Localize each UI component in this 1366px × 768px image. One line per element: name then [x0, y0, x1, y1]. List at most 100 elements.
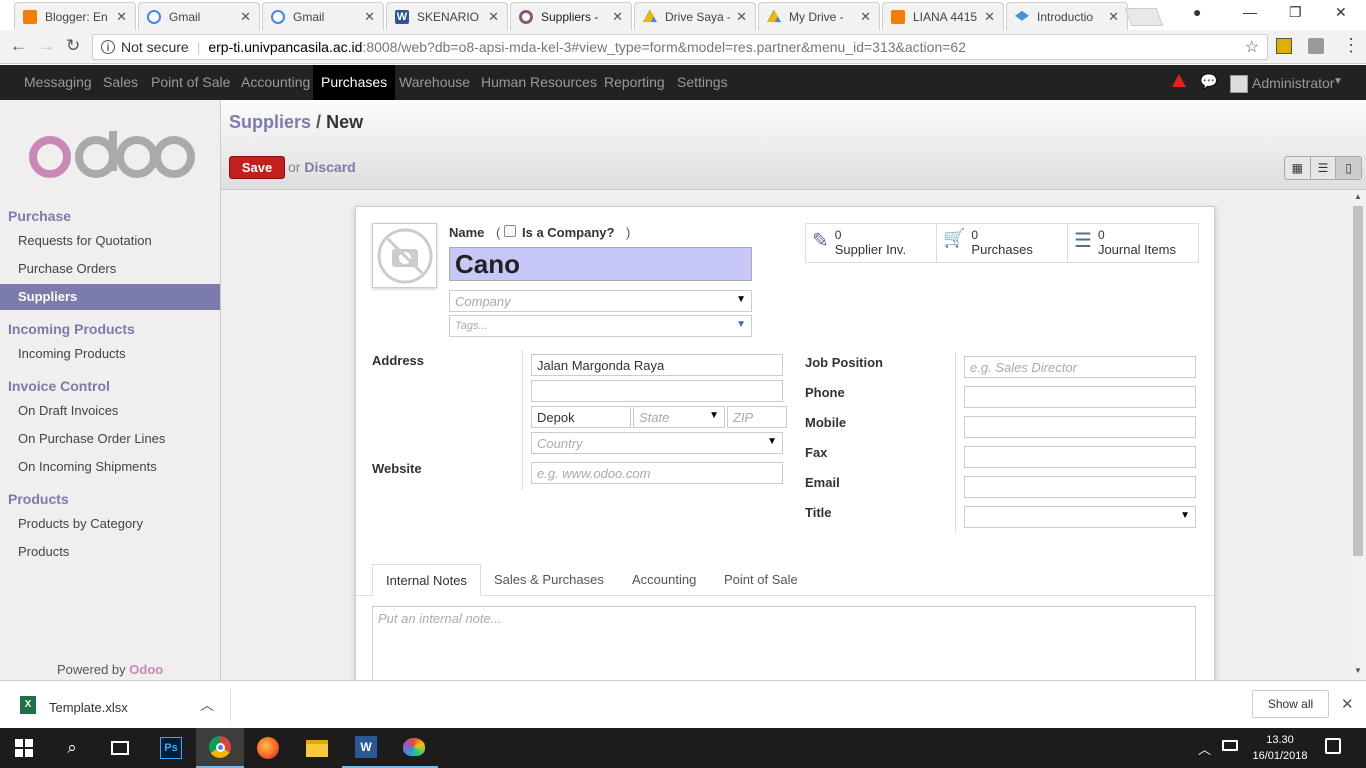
show-all-button[interactable]: Show all	[1252, 690, 1329, 718]
word-icon[interactable]: W	[342, 728, 390, 768]
form-view-icon[interactable]: ▯	[1336, 157, 1362, 179]
city-input[interactable]: Depok	[531, 406, 631, 428]
browser-tab[interactable]: Gmail ✕	[138, 2, 260, 30]
forward-icon[interactable]: →	[38, 36, 55, 56]
task-view-icon[interactable]	[96, 728, 144, 768]
chevron-up-icon[interactable]: ︿	[1198, 739, 1211, 758]
window-close-icon[interactable]: ✕	[1335, 4, 1347, 21]
bookmark-star-icon[interactable]: ☆	[1245, 37, 1259, 57]
file-explorer-icon[interactable]	[293, 728, 341, 768]
zip-input[interactable]: ZIP	[727, 406, 787, 428]
fax-input[interactable]	[964, 446, 1196, 468]
tab-accounting[interactable]: Accounting	[619, 564, 709, 596]
close-icon[interactable]: ✕	[364, 9, 375, 25]
new-tab-button[interactable]	[1124, 8, 1164, 26]
close-download-bar-icon[interactable]: ✕	[1341, 695, 1354, 713]
chevron-up-icon[interactable]: ︿	[200, 695, 214, 715]
close-icon[interactable]: ✕	[736, 9, 747, 25]
firefox-icon[interactable]	[244, 728, 292, 768]
menu-messaging[interactable]: Messaging	[16, 65, 100, 100]
close-icon[interactable]: ✕	[860, 9, 871, 25]
browser-tab[interactable]: Blogger: En ✕	[14, 2, 136, 30]
back-icon[interactable]: ←	[10, 36, 27, 56]
scroll-down-icon[interactable]: ▼	[1354, 666, 1362, 675]
extension-icon[interactable]	[1308, 38, 1324, 54]
scrollbar[interactable]: ▲ ▼	[1350, 190, 1366, 680]
company-select[interactable]: Company ▼	[449, 290, 752, 312]
browser-tab[interactable]: Gmail ✕	[262, 2, 384, 30]
discard-button[interactable]: Discard	[304, 159, 355, 175]
browser-tab[interactable]: My Drive - ✕	[758, 2, 880, 30]
sidebar-item-suppliers[interactable]: Suppliers	[0, 284, 220, 310]
scroll-up-icon[interactable]: ▲	[1354, 192, 1362, 201]
close-icon[interactable]: ✕	[116, 9, 127, 25]
close-icon[interactable]: ✕	[488, 9, 499, 25]
browser-tab-active[interactable]: Suppliers - ✕	[510, 2, 632, 30]
menu-human-resources[interactable]: Human Resources	[473, 65, 605, 100]
restore-icon[interactable]: ❐	[1289, 4, 1302, 21]
close-icon[interactable]: ✕	[240, 9, 251, 25]
tab-point-of-sale[interactable]: Point of Sale	[711, 564, 811, 596]
partner-image[interactable]	[372, 223, 437, 288]
browser-tab[interactable]: Introductio ✕	[1006, 2, 1128, 30]
reload-icon[interactable]: ↻	[66, 36, 80, 56]
purchases-button[interactable]: 🛒 0 Purchases	[936, 223, 1068, 263]
job-position-input[interactable]: e.g. Sales Director	[964, 356, 1196, 378]
country-select[interactable]: Country ▼	[531, 432, 783, 454]
sidebar-item-purchase-orders[interactable]: Purchase Orders	[0, 256, 220, 282]
menu-reporting[interactable]: Reporting	[596, 65, 673, 100]
browser-tab[interactable]: LIANA 4415 ✕	[882, 2, 1004, 30]
odoo-link[interactable]: Odoo	[129, 662, 163, 677]
close-icon[interactable]: ✕	[1108, 9, 1119, 25]
breadcrumb-suppliers[interactable]: Suppliers	[229, 112, 311, 132]
is-company-checkbox[interactable]	[504, 225, 516, 237]
profile-icon[interactable]: ●	[1193, 4, 1201, 20]
user-menu[interactable]: Administrator	[1252, 75, 1334, 91]
website-input[interactable]: e.g. www.odoo.com	[531, 462, 783, 484]
avatar[interactable]	[1230, 75, 1248, 93]
windows-start-icon[interactable]	[0, 728, 48, 768]
sidebar-item-products[interactable]: Products	[0, 539, 220, 565]
sidebar-item-incoming-products[interactable]: Incoming Products	[0, 341, 220, 367]
kanban-view-icon[interactable]: ▦	[1285, 157, 1311, 179]
menu-icon[interactable]: ⋮	[1342, 35, 1360, 56]
name-input[interactable]: Cano	[449, 247, 752, 281]
scrollbar-thumb[interactable]	[1353, 206, 1363, 556]
search-icon[interactable]: ⌕	[48, 728, 96, 768]
tab-internal-notes[interactable]: Internal Notes	[372, 564, 481, 596]
url-input[interactable]: i Not secure | erp-ti.univpancasila.ac.i…	[92, 34, 1268, 60]
sidebar-item-on-purchase-order-lines[interactable]: On Purchase Order Lines	[0, 426, 220, 452]
chrome-icon[interactable]	[196, 728, 244, 768]
menu-settings[interactable]: Settings	[669, 65, 736, 100]
save-button[interactable]: Save	[229, 156, 285, 179]
internal-notes-textarea[interactable]: Put an internal note...	[372, 606, 1196, 686]
email-input[interactable]	[964, 476, 1196, 498]
browser-tab[interactable]: W SKENARIO I ✕	[386, 2, 508, 30]
menu-accounting[interactable]: Accounting	[233, 65, 318, 100]
sidebar-item-requests-for-quotation[interactable]: Requests for Quotation	[0, 228, 220, 254]
supplier-invoices-button[interactable]: ✎ 0 Supplier Inv.	[805, 223, 937, 263]
journal-items-button[interactable]: ☰ 0 Journal Items	[1067, 223, 1199, 263]
phone-input[interactable]	[964, 386, 1196, 408]
odoo-logo[interactable]	[26, 127, 196, 183]
street-input[interactable]: Jalan Margonda Raya	[531, 354, 783, 376]
mobile-input[interactable]	[964, 416, 1196, 438]
info-icon[interactable]: i	[101, 40, 115, 54]
title-select[interactable]: ▼	[964, 506, 1196, 528]
minimize-icon[interactable]: —	[1243, 4, 1257, 20]
close-icon[interactable]: ✕	[612, 9, 623, 25]
menu-purchases[interactable]: Purchases	[313, 65, 396, 100]
tab-sales-purchases[interactable]: Sales & Purchases	[481, 564, 617, 596]
paint-icon[interactable]	[390, 728, 438, 768]
battery-icon[interactable]	[1222, 740, 1238, 751]
sidebar-item-on-draft-invoices[interactable]: On Draft Invoices	[0, 398, 220, 424]
browser-tab[interactable]: Drive Saya - ✕	[634, 2, 756, 30]
notifications-icon[interactable]	[1325, 738, 1341, 754]
sidebar-item-products-by-category[interactable]: Products by Category	[0, 511, 220, 537]
menu-point-of-sale[interactable]: Point of Sale	[143, 65, 238, 100]
download-filename[interactable]: Template.xlsx	[49, 700, 128, 715]
close-icon[interactable]: ✕	[984, 9, 995, 25]
menu-warehouse[interactable]: Warehouse	[391, 65, 478, 100]
photoshop-icon[interactable]: Ps	[147, 728, 195, 768]
extension-icon[interactable]	[1276, 38, 1292, 54]
